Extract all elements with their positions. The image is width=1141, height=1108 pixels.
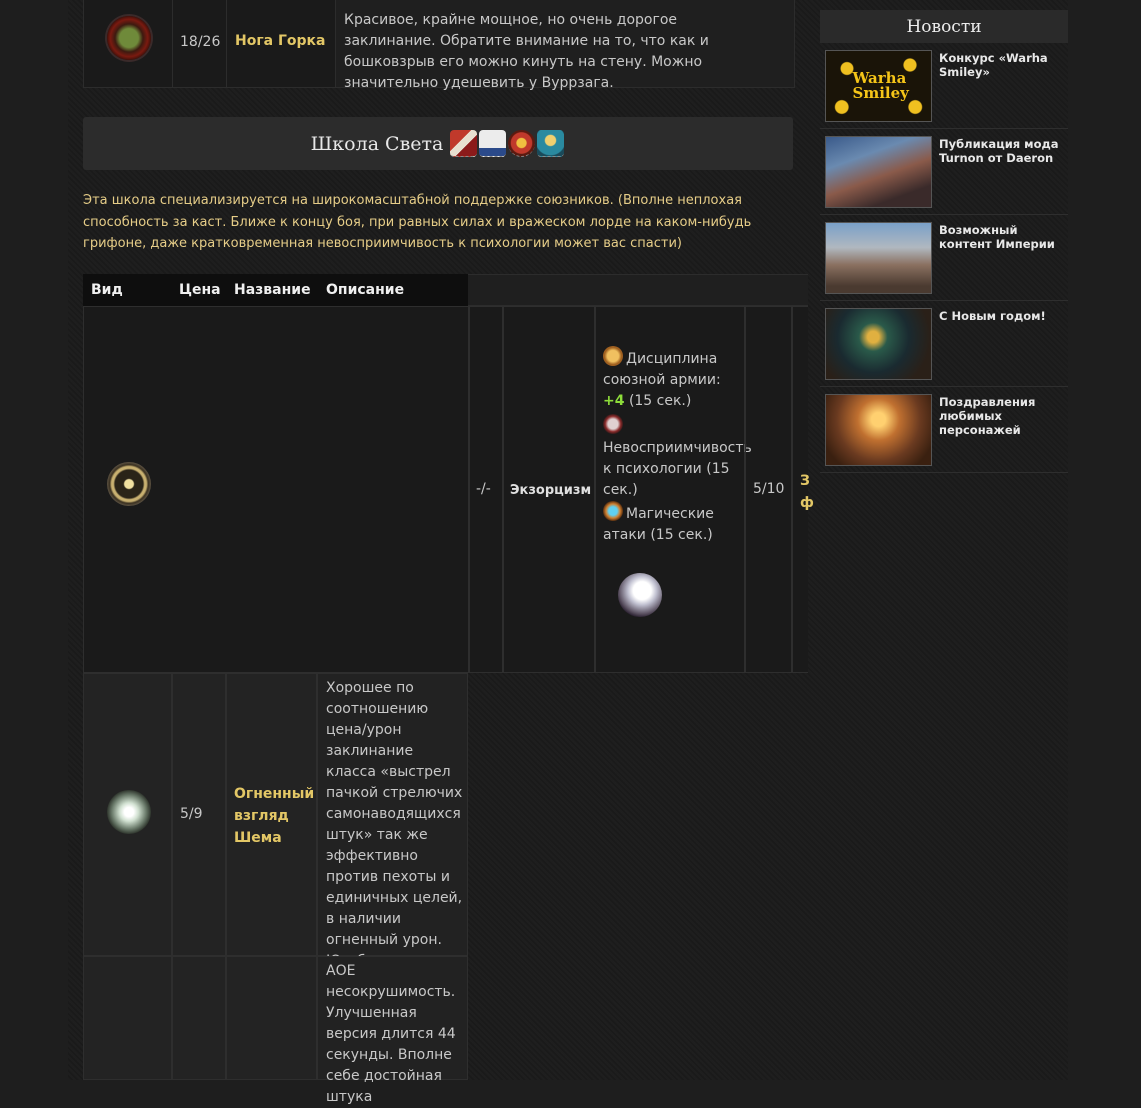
icon-cell — [83, 306, 469, 673]
school-title: Школа Света — [310, 132, 444, 155]
previous-school-table-last-row: 18/26 Нога Горка Красивое, крайне мощное… — [83, 0, 795, 91]
header-description: Описание — [326, 282, 405, 298]
spell-name-overflow: Зф — [800, 473, 814, 511]
header-type: Вид — [91, 282, 123, 298]
news-title[interactable]: Публикация мода Turnon от Daeron — [939, 137, 1064, 165]
spells-table: Вид Цена Название Описание -/- Экзорцизм… — [83, 274, 814, 1105]
news-title[interactable]: Возможный контент Империи — [939, 223, 1064, 251]
spell-cost: -/- — [476, 481, 491, 497]
news-sidebar: Новости Warha Smiley Конкурс «Warha Smil… — [820, 10, 1068, 473]
spell-cost-overflow: 5/10 — [753, 481, 785, 497]
high-elves-crest-icon[interactable] — [537, 130, 565, 157]
table-row: АОЕ несокрушимость. Улучшенная версия дл… — [83, 956, 468, 1105]
news-thumbnail[interactable] — [825, 222, 932, 294]
spell-name: Огненный взгляд Шема — [234, 786, 315, 846]
magic-attacks-icon — [603, 501, 623, 521]
news-item[interactable]: Возможный контент Империи — [820, 215, 1068, 301]
school-intro: Эта школа специализируется на широкомасш… — [83, 193, 752, 251]
news-item[interactable]: С Новым годом! — [820, 301, 1068, 387]
bretonnia-banner-icon[interactable] — [450, 130, 478, 157]
effect-discipline: Дисциплина союзной армии: +4 (15 сек.) — [603, 346, 741, 412]
spell-cost: 18/26 — [180, 34, 221, 50]
spell-description: Красивое, крайне мощное, но очень дорого… — [344, 12, 709, 91]
effect-magic-attacks: Магические атаки (15 сек.) — [603, 501, 741, 546]
table-header-overflow — [468, 274, 808, 306]
icon-cell — [84, 0, 173, 87]
news-title[interactable]: Поздравления любимых персонажей — [939, 395, 1064, 437]
school-header: Школа Света — [83, 117, 793, 170]
news-thumbnail[interactable] — [825, 394, 932, 466]
discipline-icon — [603, 346, 623, 366]
news-thumbnail[interactable] — [825, 308, 932, 380]
spell-name: Нога Горка — [235, 33, 326, 49]
news-item[interactable]: Warha Smiley Конкурс «Warha Smiley» — [820, 43, 1068, 129]
news-thumbnail[interactable]: Warha Smiley — [825, 50, 932, 122]
news-thumbnail[interactable] — [825, 136, 932, 208]
immunity-icon — [603, 414, 623, 434]
news-title[interactable]: Конкурс «Warha Smiley» — [939, 51, 1064, 79]
effect-immunity: Невосприимчивость к психологии (15 сек.) — [603, 414, 752, 501]
news-title[interactable]: С Новым годом! — [939, 309, 1064, 323]
wheel-of-light-icon — [107, 462, 151, 506]
shems-burning-gaze-icon — [107, 790, 151, 834]
main-content: 18/26 Нога Горка Красивое, крайне мощное… — [83, 0, 814, 1105]
news-item[interactable]: Поздравления любимых персонажей — [820, 387, 1068, 473]
cathay-sun-icon[interactable] — [508, 130, 536, 157]
spell-description: Хорошее по соотношению цена/урон заклина… — [326, 680, 463, 969]
empire-banner-icon[interactable] — [479, 130, 507, 157]
spell-effects: Дисциплина союзной армии: +4 (15 сек.) Н… — [595, 306, 752, 673]
icon-cell — [83, 673, 172, 956]
spell-description: АОЕ несокрушимость. Улучшенная версия дл… — [326, 963, 456, 1105]
spell-cost: 5/9 — [180, 806, 203, 822]
table-row: -/- Экзорцизм Дисциплина союзной армии: … — [83, 306, 814, 673]
table-row: 5/9 Огненный взгляд Шема Хорошее по соот… — [83, 673, 468, 969]
header-name: Название — [234, 282, 311, 298]
spell-name: Экзорцизм — [510, 483, 592, 498]
light-orb-icon — [618, 573, 662, 617]
waaagh-foot-icon — [107, 16, 151, 60]
header-cost: Цена — [179, 282, 221, 298]
news-header: Новости — [820, 10, 1068, 43]
table-header: Вид Цена Название Описание — [83, 274, 468, 306]
news-item[interactable]: Публикация мода Turnon от Daeron — [820, 129, 1068, 215]
icon-cell — [83, 956, 172, 1080]
news-thumbnail-logo: Warha Smiley — [852, 69, 909, 102]
